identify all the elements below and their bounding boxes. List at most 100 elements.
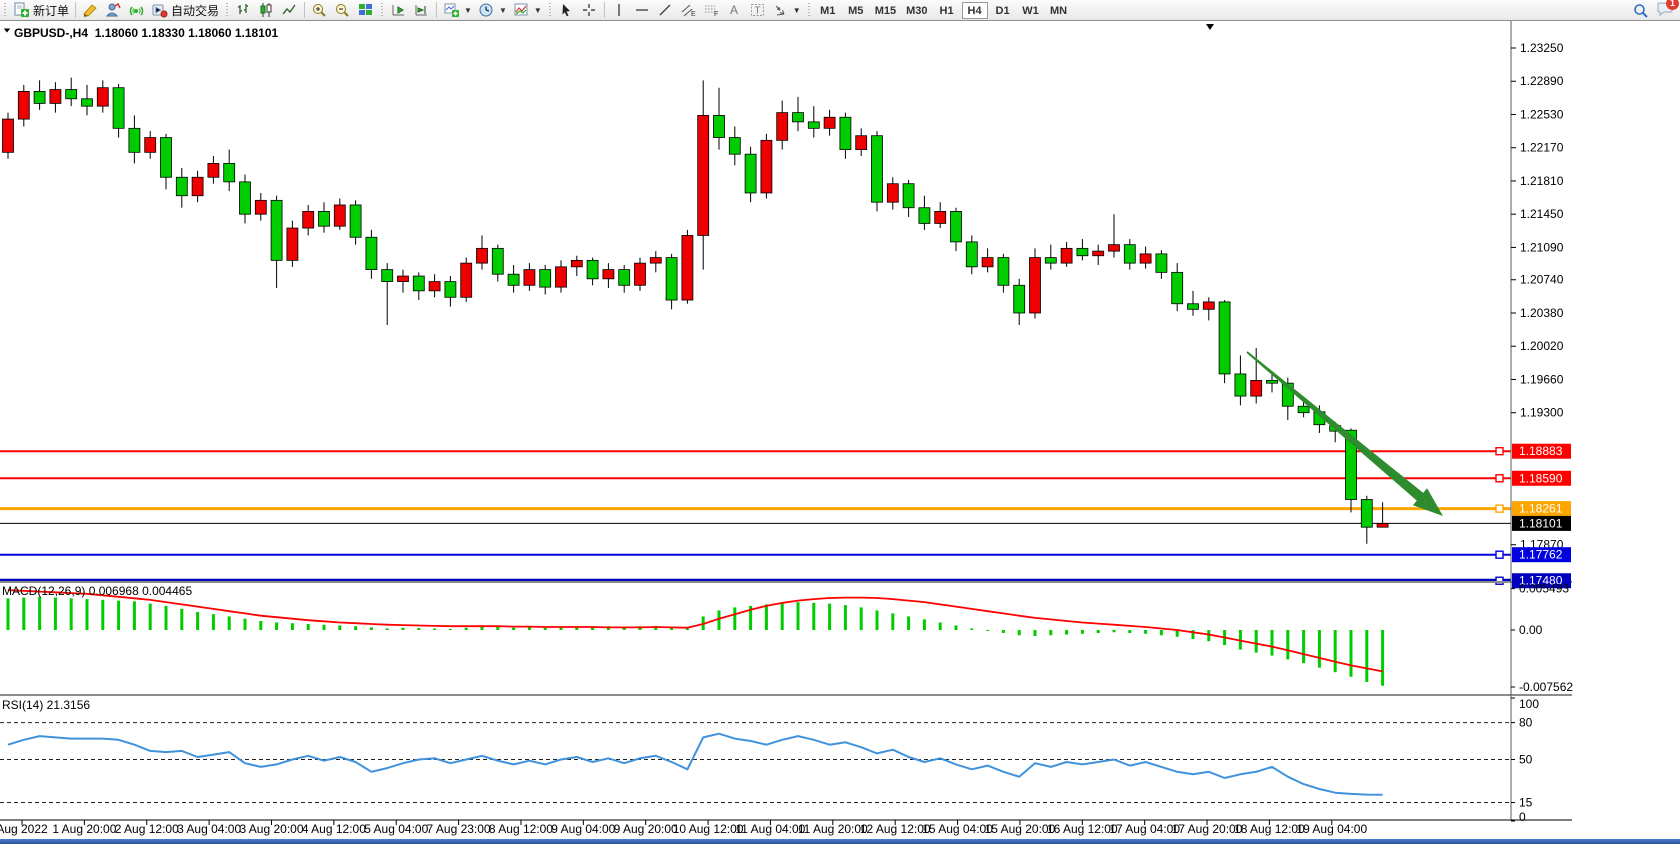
candle-down (82, 99, 93, 106)
candle-down (903, 184, 914, 208)
hline-handle[interactable] (1496, 505, 1503, 512)
macd-histogram-bar (1334, 630, 1337, 672)
hline-handle[interactable] (1496, 475, 1503, 482)
macd-indicator-label: MACD(12,26,9) 0.006968 0.004465 (2, 584, 192, 598)
timeframe-button-D1[interactable]: D1 (990, 2, 1016, 19)
macd-tick-label: -0.007562 (1519, 680, 1573, 694)
candle-down (413, 276, 424, 291)
candle-up (287, 228, 298, 260)
toolbar-grip[interactable] (806, 3, 812, 18)
tile-windows-button[interactable] (354, 1, 377, 20)
timeframe-button-M5[interactable]: M5 (843, 2, 869, 19)
macd-histogram-bar (307, 624, 310, 630)
bar-chart-button[interactable] (232, 1, 255, 20)
toolbar-grip[interactable] (224, 3, 230, 18)
horizontal-line-button[interactable] (631, 1, 654, 20)
candle-down (1219, 302, 1230, 374)
one-click-trading-toggle[interactable] (3, 28, 11, 33)
price-tick-label: 1.21810 (1520, 174, 1564, 188)
candlestick-chart-button[interactable] (255, 1, 278, 20)
market-community-button[interactable] (102, 1, 125, 20)
indicators-button[interactable]: ▼ (510, 1, 545, 20)
fibonacci-button[interactable]: F (700, 1, 723, 20)
chart-canvas[interactable]: 1.232501.228901.225301.221701.218101.214… (0, 0, 1680, 844)
zoom-in-button[interactable] (308, 1, 331, 20)
price-tick-label: 1.23250 (1520, 41, 1564, 55)
macd-histogram-bar (38, 597, 41, 630)
timeframe-button-M1[interactable]: M1 (815, 2, 841, 19)
arrows-button[interactable]: ▼ (769, 1, 804, 20)
symbol-period-label: GBPUSD-,H4 (14, 26, 88, 40)
toolbar-grip[interactable] (547, 3, 553, 18)
candle-up (1030, 258, 1041, 313)
chart-shift-button[interactable] (410, 1, 433, 20)
timeframe-button-M30[interactable]: M30 (902, 2, 931, 19)
candle-up (477, 248, 488, 263)
new-chart-button[interactable]: ▼ (440, 1, 475, 20)
autotrading-button[interactable]: 自动交易 (148, 1, 222, 20)
macd-histogram-bar (1018, 630, 1021, 635)
zoom-out-button[interactable] (331, 1, 354, 20)
candle-down (840, 117, 851, 149)
auto-scroll-icon (390, 2, 407, 18)
dropdown-caret: ▼ (499, 6, 507, 15)
metaeditor-button[interactable] (79, 1, 102, 20)
macd-histogram-bar (417, 628, 420, 630)
toolbar-grip[interactable] (2, 3, 8, 18)
time-tick-label: 1 Aug 20:00 (52, 822, 116, 836)
hline-handle[interactable] (1496, 577, 1503, 584)
profiles-button[interactable]: ▼ (475, 1, 510, 20)
timeframe-button-H4[interactable]: H4 (962, 2, 988, 19)
equidistant-channel-button[interactable]: E (677, 1, 700, 20)
time-tick-label: 19 Aug 04:00 (1296, 822, 1367, 836)
time-tick-label: 4 Aug 12:00 (302, 822, 366, 836)
candle-down (666, 258, 677, 300)
text-button[interactable]: A (723, 1, 746, 20)
candle-up (1109, 245, 1120, 251)
trendline-button[interactable] (654, 1, 677, 20)
candle-up (603, 270, 614, 279)
candle-down (1045, 258, 1056, 264)
hline-handle[interactable] (1496, 448, 1503, 455)
search-icon[interactable] (1633, 3, 1649, 19)
timeframe-button-MN[interactable]: MN (1046, 2, 1072, 19)
crosshair-button[interactable] (578, 1, 601, 20)
rsi-tick-label: 50 (1519, 753, 1533, 767)
candle-up (650, 258, 661, 264)
timeframe-toolbar: M1M5M15M30H1H4D1W1MN (814, 1, 1073, 20)
timeframe-button-M15[interactable]: M15 (871, 2, 900, 19)
timeframe-button-H1[interactable]: H1 (934, 2, 960, 19)
user-chart-icon (105, 2, 122, 18)
timeframe-button-W1[interactable]: W1 (1018, 2, 1044, 19)
candle-down (161, 138, 172, 178)
candle-up (982, 258, 993, 267)
candle-down (919, 208, 930, 224)
macd-histogram-bar (54, 598, 57, 630)
macd-histogram-bar (402, 628, 405, 630)
pane-separator[interactable] (0, 581, 1572, 583)
pane-separator[interactable] (0, 694, 1572, 696)
vertical-line-button[interactable] (608, 1, 631, 20)
time-tick-label: 11 Aug 04:00 (736, 822, 806, 836)
time-tick-label: 8 Aug 12:00 (489, 822, 553, 836)
macd-histogram-bar (1113, 630, 1116, 632)
new-order-button[interactable]: 新订单 (10, 1, 72, 20)
cursor-button[interactable] (555, 1, 578, 20)
signals-button[interactable] (125, 1, 148, 20)
text-label-button[interactable]: T (746, 1, 769, 20)
macd-histogram-bar (1160, 630, 1163, 635)
macd-histogram-bar (1128, 630, 1131, 633)
toolbar-grip[interactable] (379, 3, 385, 18)
macd-histogram-bar (101, 600, 104, 630)
notifications-button[interactable]: 1 (1657, 1, 1674, 21)
line-chart-button[interactable] (278, 1, 301, 20)
candle-down (382, 270, 393, 282)
hline-handle[interactable] (1496, 551, 1503, 558)
price-tick-label: 1.21090 (1520, 240, 1564, 254)
time-tick-label: 3 Aug 20:00 (239, 822, 303, 836)
candle-up (887, 184, 898, 202)
clock-icon (478, 2, 495, 18)
macd-histogram-bar (1002, 630, 1005, 633)
auto-scroll-button[interactable] (387, 1, 410, 20)
trendline-icon (657, 2, 674, 18)
